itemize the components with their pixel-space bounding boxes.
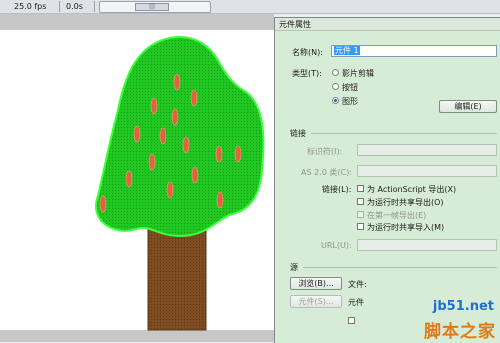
fruit [133, 125, 141, 143]
browse-button[interactable]: 浏览(B)... [290, 277, 342, 290]
symbol-label: 元件 [348, 298, 364, 307]
name-input[interactable]: 元件 1 [331, 45, 497, 57]
linkage-section-title: 链接 [290, 129, 306, 138]
section-divider [303, 267, 497, 268]
fruit [234, 145, 242, 163]
type-radio-graphic[interactable] [332, 97, 339, 104]
tree-graphic[interactable] [0, 14, 274, 342]
timeline-toolbar: 25.0 fps 0.0s ||| [0, 0, 500, 14]
fruit [216, 191, 224, 209]
name-value: 元件 1 [334, 46, 360, 55]
type-option-label: 图形 [342, 97, 358, 106]
as2-class-input[interactable] [357, 165, 497, 177]
fruit [171, 108, 179, 126]
export-actionscript-checkbox[interactable] [357, 185, 364, 192]
fruit [159, 127, 167, 145]
linkage-option-label: 为运行时共享导入(M) [367, 223, 445, 232]
scrollbar-thumb[interactable]: ||| [135, 3, 169, 11]
url-input[interactable] [357, 239, 497, 251]
toolbar-divider [59, 1, 60, 12]
fruit [215, 145, 223, 163]
linkage-label: 链接(L): [322, 185, 352, 194]
fruit [190, 89, 198, 107]
fruit [150, 97, 158, 115]
symbol-properties-dialog: 元件属性 名称(N): 元件 1 类型(T): 影片剪辑 按钮 图形 编辑(E)… [274, 17, 500, 343]
linkage-option-label: 为 ActionScript 导出(X) [367, 185, 457, 194]
time-readout: 0.0s [66, 2, 83, 11]
identifier-label: 标识符(I): [307, 147, 343, 156]
linkage-option-label: 为运行时共享导出(O) [367, 198, 444, 207]
type-option-label: 影片剪辑 [342, 69, 374, 78]
as2-class-label: AS 2.0 类(C): [301, 168, 352, 177]
section-divider [311, 133, 497, 134]
type-label: 类型(T): [292, 69, 322, 78]
export-first-frame-checkbox[interactable] [357, 211, 364, 218]
fruit [166, 181, 174, 199]
source-section-title: 源 [290, 263, 298, 272]
fruit [191, 166, 199, 184]
file-label: 文件: [348, 280, 367, 289]
fruit [99, 195, 107, 213]
fruit [182, 136, 190, 154]
fruit [148, 153, 156, 171]
symbol-button[interactable]: 元件(S)... [290, 295, 342, 308]
linkage-option-label: 在第一帧导出(E) [367, 211, 427, 220]
dialog-title: 元件属性 [275, 18, 500, 31]
fruit [125, 170, 133, 188]
edit-button[interactable]: 编辑(E) [439, 100, 497, 113]
watermark-site: jb51.net [432, 299, 494, 314]
type-radio-movieclip[interactable] [332, 69, 339, 76]
site-watermark: jb51.net 脚本之家 [422, 297, 500, 342]
source-option-checkbox[interactable] [348, 317, 355, 324]
tree-canopy [95, 36, 265, 238]
export-runtime-share-checkbox[interactable] [357, 198, 364, 205]
timeline-scrollbar[interactable]: ||| [99, 1, 211, 13]
url-label: URL(U): [321, 241, 352, 250]
type-option-label: 按钮 [342, 83, 358, 92]
identifier-input[interactable] [357, 144, 497, 156]
import-runtime-share-checkbox[interactable] [357, 223, 364, 230]
watermark-brand: 脚本之家 [424, 322, 496, 342]
toolbar-divider [94, 1, 95, 12]
fps-readout: 25.0 fps [14, 2, 47, 11]
fruit [173, 73, 181, 91]
type-radio-button[interactable] [332, 83, 339, 90]
name-label: 名称(N): [292, 48, 323, 57]
